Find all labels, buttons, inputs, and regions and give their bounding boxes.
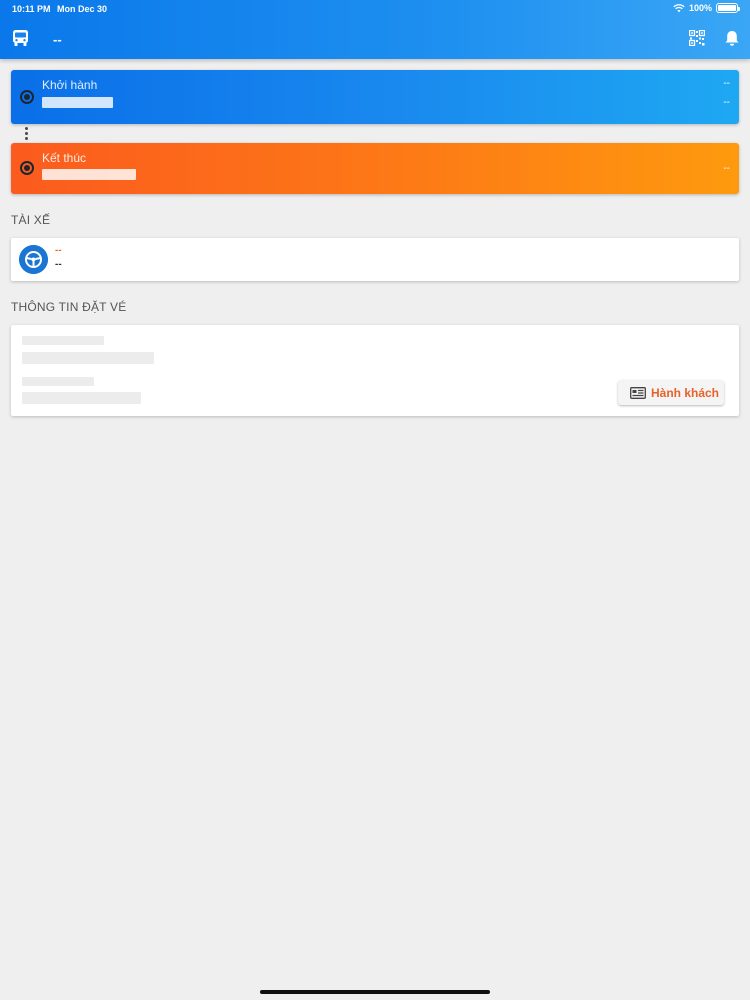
booking-placeholder-line: [22, 336, 104, 345]
status-date: Mon Dec 30: [57, 4, 108, 14]
driver-card[interactable]: -- --: [11, 238, 739, 281]
bus-icon[interactable]: [12, 29, 29, 47]
qr-code-icon[interactable]: [689, 30, 705, 46]
arrival-time-value: --: [723, 163, 730, 174]
departure-label: Khởi hành: [42, 78, 98, 92]
arrival-card[interactable]: Kết thúc --: [11, 143, 739, 194]
departure-location-placeholder: [42, 97, 113, 108]
booking-info-card: Hành khách: [11, 325, 739, 416]
page-title: --: [53, 32, 62, 47]
arrival-label: Kết thúc: [42, 151, 87, 165]
booking-section-title: THÔNG TIN ĐẶT VÉ: [11, 300, 127, 314]
route-connector-dots-icon: [25, 127, 29, 141]
departure-date-value: --: [723, 97, 730, 108]
departure-radio-icon: [20, 90, 34, 104]
battery-icon: [716, 3, 740, 13]
bell-icon[interactable]: [724, 30, 740, 47]
status-time: 10:11 PM: [12, 4, 51, 14]
booking-placeholder-line: [22, 352, 154, 364]
booking-placeholder-line: [22, 377, 94, 386]
status-indicators: 100%: [673, 3, 740, 13]
steering-wheel-icon: [19, 245, 48, 274]
arrival-location-placeholder: [42, 169, 136, 180]
arrival-radio-icon: [20, 161, 34, 175]
departure-time-value: --: [723, 78, 730, 89]
driver-phone: --: [55, 259, 62, 270]
passenger-button[interactable]: Hành khách: [618, 380, 724, 405]
home-indicator[interactable]: [260, 990, 490, 994]
booking-placeholder-line: [22, 392, 141, 404]
passenger-button-label: Hành khách: [651, 385, 720, 400]
app-header: 10:11 PM Mon Dec 30 100% --: [0, 0, 750, 59]
driver-section-title: TÀI XẾ: [11, 213, 51, 227]
departure-card[interactable]: Khởi hành -- --: [11, 70, 739, 124]
ticket-list-icon: [630, 386, 646, 399]
battery-percent: 100%: [688, 3, 712, 13]
driver-name: --: [55, 245, 62, 256]
wifi-icon: [673, 4, 685, 13]
